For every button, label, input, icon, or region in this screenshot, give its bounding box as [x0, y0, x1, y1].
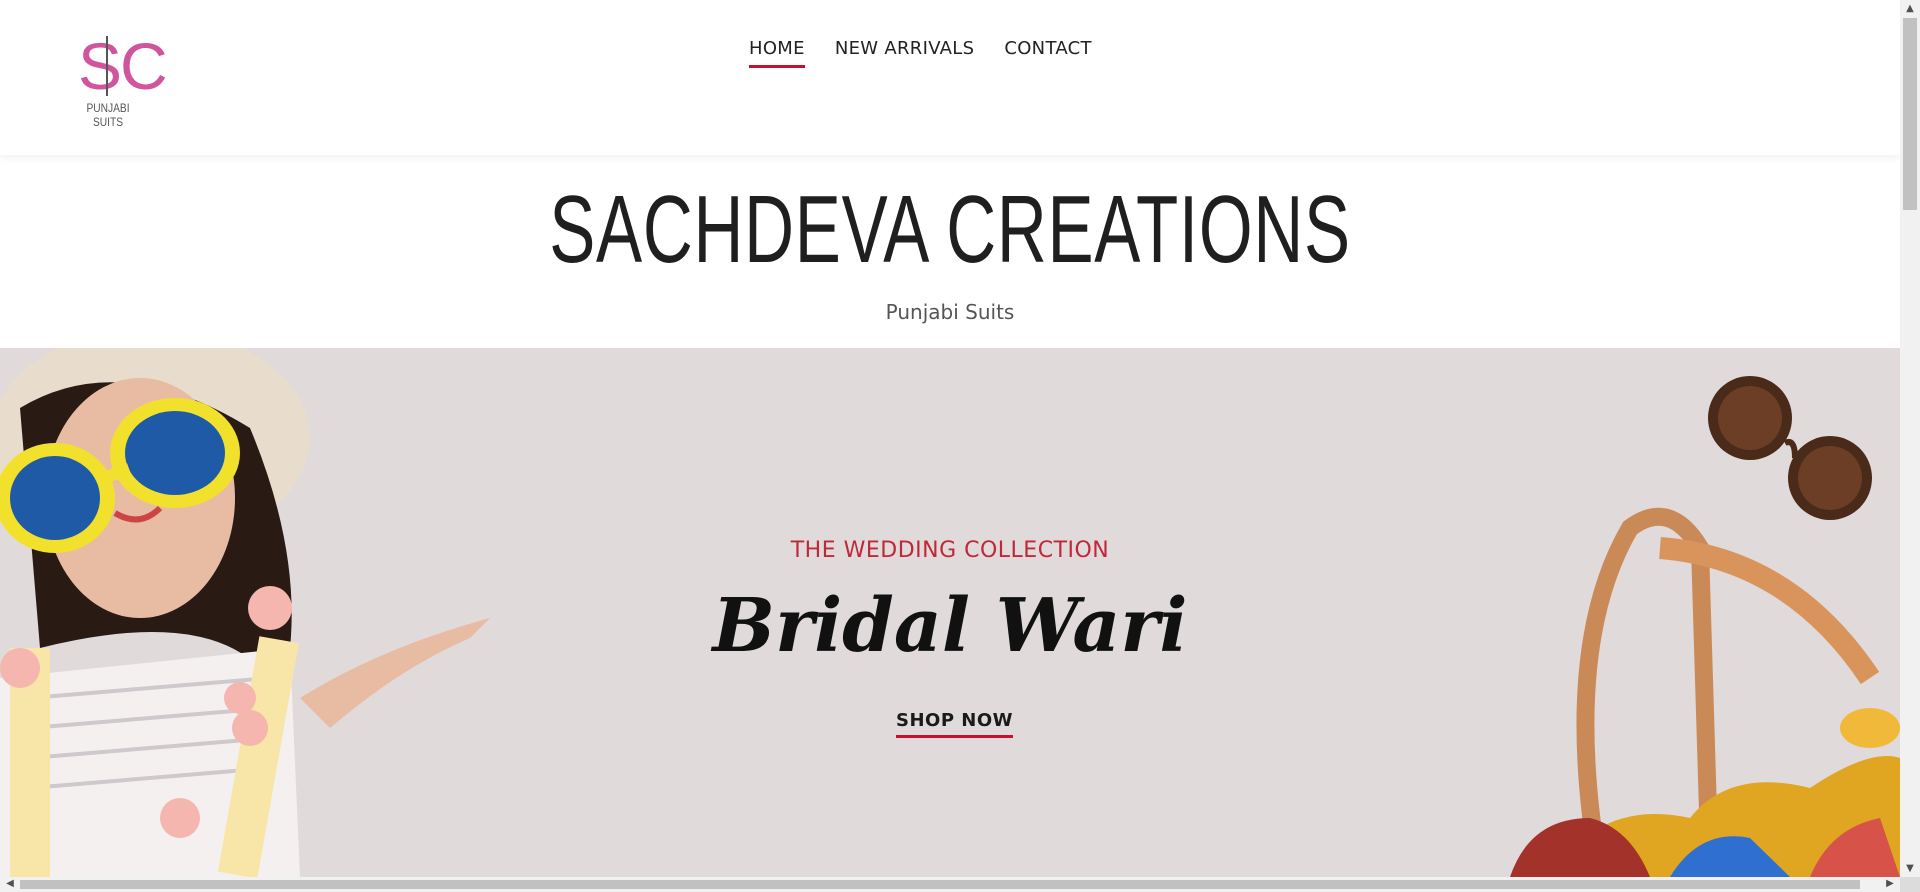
main-nav: HOME NEW ARRIVALS CONTACT [749, 38, 1092, 68]
vertical-scrollbar[interactable]: ▲ ▼ [1900, 0, 1920, 877]
logo-text: PUNJABI SUITS [86, 101, 130, 129]
shop-now-button[interactable]: SHOP NOW [896, 710, 1014, 738]
nav-new-arrivals[interactable]: NEW ARRIVALS [835, 38, 975, 68]
scroll-up-arrow-icon[interactable]: ▲ [1900, 0, 1920, 17]
logo-divider [106, 36, 108, 96]
brand-subtitle: Punjabi Suits [885, 300, 1015, 324]
brand-title: SACHDEVA CREATIONS [549, 176, 1351, 283]
scroll-down-arrow-icon[interactable]: ▼ [1900, 860, 1920, 877]
vertical-scroll-thumb[interactable] [1903, 18, 1917, 210]
scroll-right-arrow-icon[interactable]: ▶ [1880, 876, 1900, 891]
nav-home[interactable]: HOME [749, 38, 805, 68]
hero-title: Bridal Wari [712, 583, 1188, 669]
hero-eyebrow: THE WEDDING COLLECTION [790, 538, 1110, 563]
hero-banner: THE WEDDING COLLECTION Bridal Wari SHOP … [0, 348, 1900, 877]
site-logo[interactable]: SC PUNJABI SUITS [66, 29, 168, 129]
scroll-left-arrow-icon[interactable]: ◀ [0, 876, 20, 891]
horizontal-scrollbar[interactable]: ◀ ▶ [0, 877, 1900, 892]
page: SC PUNJABI SUITS HOME NEW ARRIVALS CONTA… [0, 0, 1900, 877]
scrollbar-corner [1900, 877, 1920, 892]
logo-mark: SC [78, 29, 168, 103]
site-header: SC PUNJABI SUITS HOME NEW ARRIVALS CONTA… [0, 0, 1900, 155]
nav-contact[interactable]: CONTACT [1004, 38, 1091, 68]
horizontal-scroll-thumb[interactable] [20, 880, 1860, 889]
